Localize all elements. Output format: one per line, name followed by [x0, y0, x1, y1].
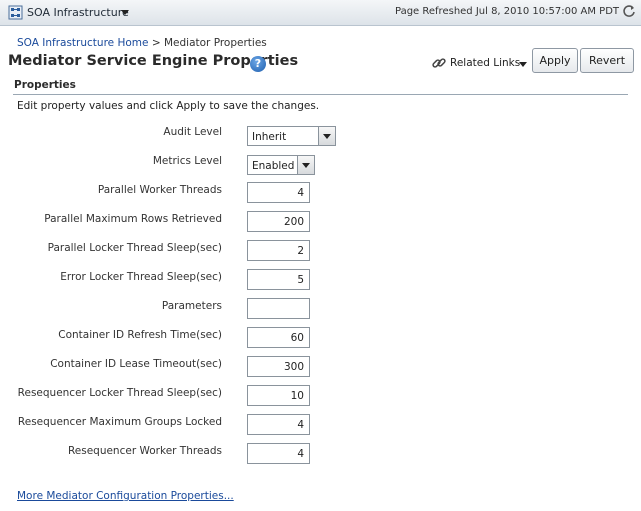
parallel-locker-thread-sleep-label: Parallel Locker Thread Sleep(sec) — [47, 242, 222, 254]
instructions-text: Edit property values and click Apply to … — [17, 100, 320, 112]
revert-button[interactable]: Revert — [580, 48, 634, 73]
chevron-down-icon — [302, 163, 310, 168]
metrics-level-label: Metrics Level — [152, 155, 222, 167]
resequencer-worker-threads-input[interactable] — [247, 443, 310, 464]
parallel-maximum-rows-retrieved-label: Parallel Maximum Rows Retrieved — [44, 213, 222, 225]
resequencer-locker-thread-sleep-input[interactable] — [247, 385, 310, 406]
chain-link-icon — [432, 58, 446, 68]
parallel-worker-threads-label: Parallel Worker Threads — [97, 184, 222, 196]
container-id-refresh-time-input[interactable] — [247, 327, 310, 348]
chevron-down-icon — [323, 134, 331, 139]
chevron-down-icon[interactable] — [121, 10, 129, 15]
container-id-refresh-time-label: Container ID Refresh Time(sec) — [58, 329, 222, 341]
parallel-maximum-rows-retrieved-input[interactable] — [247, 211, 310, 232]
parallel-locker-thread-sleep-input[interactable] — [247, 240, 310, 261]
breadcrumb: SOA Infrastructure Home > Mediator Prope… — [17, 37, 267, 49]
breadcrumb-current: Mediator Properties — [163, 37, 267, 49]
dropdown-arrow[interactable] — [297, 156, 314, 174]
metrics-level-value: Enabled — [252, 160, 295, 172]
resequencer-maximum-groups-locked-label: Resequencer Maximum Groups Locked — [17, 416, 222, 428]
breadcrumb-separator: > — [151, 37, 161, 49]
breadcrumb-home-link[interactable]: SOA Infrastructure Home — [17, 37, 148, 49]
section-divider — [13, 94, 628, 95]
refresh-icon[interactable] — [622, 4, 636, 18]
chevron-down-icon[interactable] — [519, 62, 527, 67]
resequencer-worker-threads-label: Resequencer Worker Threads — [67, 445, 222, 457]
metrics-level-select[interactable]: Enabled — [247, 155, 315, 175]
parallel-worker-threads-input[interactable] — [247, 182, 310, 203]
audit-level-select[interactable]: Inherit — [247, 126, 336, 146]
parameters-label: Parameters — [161, 300, 222, 312]
audit-level-value: Inherit — [252, 131, 287, 143]
container-id-lease-timeout-label: Container ID Lease Timeout(sec) — [50, 358, 222, 370]
section-title: Properties — [14, 79, 76, 91]
dropdown-arrow[interactable] — [318, 127, 335, 145]
grid-nodes-icon[interactable] — [8, 5, 23, 20]
page-refreshed-text: Page Refreshed Jul 8, 2010 10:57:00 AM P… — [395, 6, 619, 17]
related-links-label[interactable]: Related Links — [450, 57, 520, 69]
container-id-lease-timeout-input[interactable] — [247, 356, 310, 377]
resequencer-maximum-groups-locked-input[interactable] — [247, 414, 310, 435]
apply-button[interactable]: Apply — [532, 48, 578, 73]
more-configuration-link[interactable]: More Mediator Configuration Properties..… — [17, 490, 234, 502]
error-locker-thread-sleep-input[interactable] — [247, 269, 310, 290]
help-icon[interactable]: ? — [250, 56, 266, 72]
audit-level-label: Audit Level — [163, 126, 222, 138]
resequencer-locker-thread-sleep-label: Resequencer Locker Thread Sleep(sec) — [17, 387, 222, 399]
top-bar: SOA Infrastructure Page Refreshed Jul 8,… — [0, 0, 641, 26]
parameters-input[interactable] — [247, 298, 310, 319]
app-menu-title[interactable]: SOA Infrastructure — [27, 6, 129, 19]
error-locker-thread-sleep-label: Error Locker Thread Sleep(sec) — [60, 271, 222, 283]
